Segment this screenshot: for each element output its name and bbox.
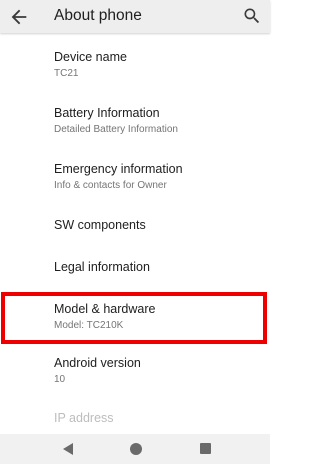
- item-subtitle: Detailed Battery Information: [54, 124, 178, 135]
- triangle-back-icon: [63, 443, 73, 455]
- battery-information-item[interactable]: Battery Information Detailed Battery Inf…: [0, 89, 270, 145]
- item-subtitle: 10: [54, 374, 66, 385]
- navigation-bar: [0, 434, 270, 464]
- item-subtitle: Info & contacts for Owner: [54, 180, 167, 191]
- nav-back-button[interactable]: [61, 442, 75, 456]
- item-title: Battery Information: [54, 106, 160, 120]
- android-version-item[interactable]: Android version 10: [0, 347, 270, 403]
- legal-information-item[interactable]: Legal information: [0, 243, 270, 291]
- search-icon: [244, 8, 260, 24]
- item-title: Emergency information: [54, 162, 183, 176]
- item-title: Legal information: [54, 260, 150, 274]
- arrow-back-icon: [11, 9, 27, 25]
- square-recents-icon[interactable]: [200, 443, 211, 454]
- app-bar: About phone: [0, 0, 270, 33]
- back-button[interactable]: [8, 6, 30, 28]
- item-subtitle: Model: TC210K: [54, 320, 124, 331]
- page-title: About phone: [54, 7, 142, 24]
- search-button[interactable]: [242, 6, 262, 26]
- item-subtitle: TC21: [54, 68, 79, 79]
- model-hardware-item[interactable]: Model & hardware Model: TC210K: [0, 291, 270, 347]
- device-name-item[interactable]: Device name TC21: [0, 33, 270, 89]
- item-title: Android version: [54, 356, 141, 370]
- item-title: SW components: [54, 218, 146, 232]
- item-title: Device name: [54, 50, 127, 64]
- circle-home-icon[interactable]: [130, 443, 142, 455]
- emergency-information-item[interactable]: Emergency information Info & contacts fo…: [0, 145, 270, 201]
- item-title: IP address: [54, 411, 114, 425]
- item-title: Model & hardware: [54, 302, 156, 316]
- sw-components-item[interactable]: SW components: [0, 201, 270, 243]
